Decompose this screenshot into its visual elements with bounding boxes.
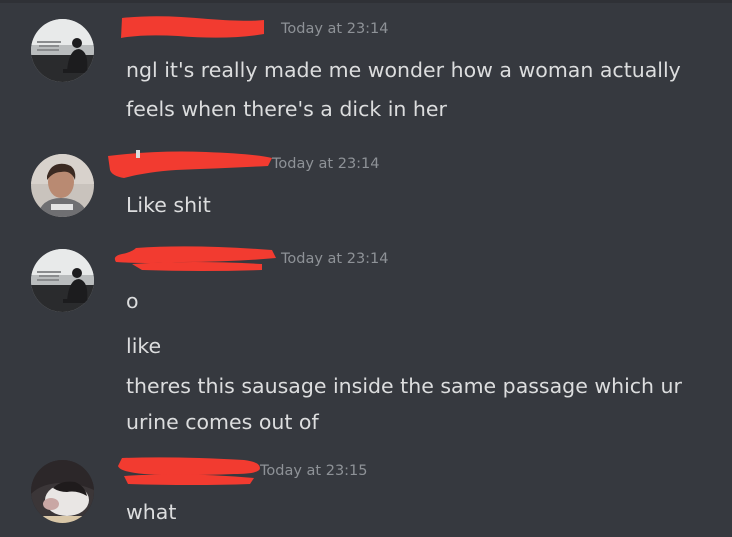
message-text: Like shit: [126, 193, 211, 217]
avatar-person-icon: [31, 154, 94, 217]
avatar[interactable]: [31, 154, 94, 217]
message-text: ngl it's really made me wonder how a wom…: [126, 58, 681, 82]
avatar[interactable]: [31, 249, 94, 312]
avatar[interactable]: [31, 460, 94, 523]
message-text: what: [126, 500, 177, 524]
message-text: feels when there's a dick in her: [126, 97, 447, 121]
message-text: theres this sausage inside the same pass…: [126, 374, 682, 398]
message-timestamp: Today at 23:14: [281, 21, 389, 37]
redacted-username: [114, 454, 264, 488]
redacted-username: [118, 12, 268, 40]
avatar-landscape-icon: [31, 249, 94, 312]
message-text: o: [126, 289, 139, 313]
message-timestamp: Today at 23:14: [272, 156, 380, 172]
message-text: like: [126, 334, 162, 358]
message-timestamp: Today at 23:14: [281, 251, 389, 267]
redacted-username: [112, 244, 282, 274]
message-text: urine comes out of: [126, 410, 319, 434]
avatar-cat-icon: [31, 460, 94, 523]
redacted-username: [106, 146, 276, 186]
top-divider: [0, 0, 732, 3]
avatar[interactable]: [31, 19, 94, 82]
avatar-landscape-icon: [31, 19, 94, 82]
message-timestamp: Today at 23:15: [260, 463, 368, 479]
